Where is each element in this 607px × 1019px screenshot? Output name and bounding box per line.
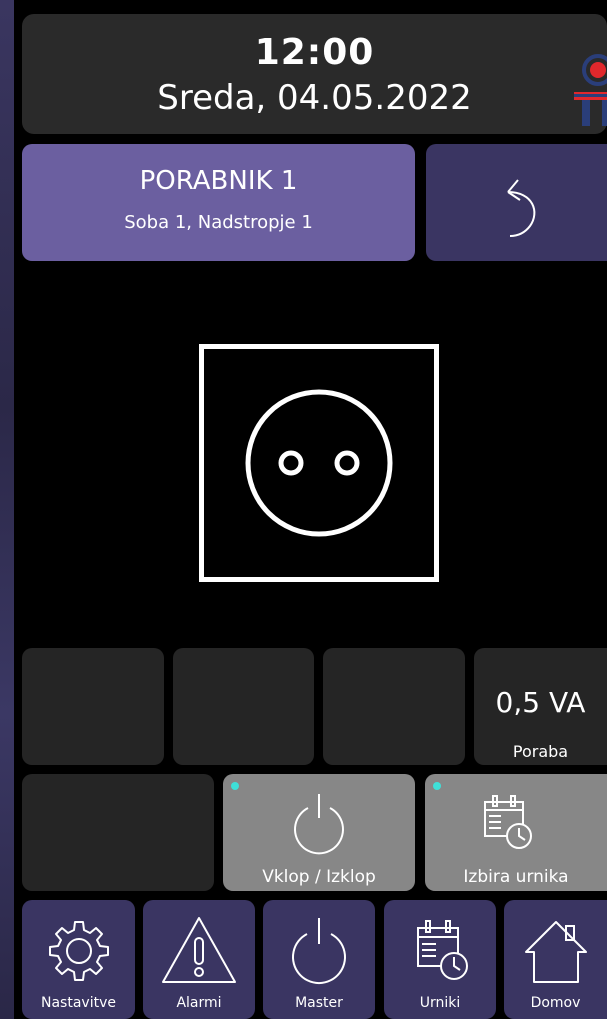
empty-tile-3 — [323, 648, 465, 765]
schedule-select-button[interactable]: Izbira urnika — [425, 774, 607, 891]
back-button[interactable] — [426, 144, 607, 261]
nav-schedules[interactable]: Urniki — [384, 900, 496, 1019]
toggle-button[interactable]: Vklop / Izklop — [223, 774, 415, 891]
header-bar: 12:00 Sreda, 04.05.2022 — [22, 14, 607, 134]
nav-settings-label: Nastavitve — [41, 995, 116, 1011]
device-location: Soba 1, Nadstropje 1 — [124, 212, 313, 233]
consumption-label: Poraba — [512, 742, 569, 761]
schedule-select-label: Izbira urnika — [463, 867, 569, 887]
nav-master[interactable]: Master — [263, 900, 375, 1019]
background-edge — [0, 0, 14, 1019]
empty-tile-1 — [22, 648, 164, 765]
power-socket-icon — [199, 344, 439, 582]
device-info-card: PORABNIK 1 Soba 1, Nadstropje 1 — [22, 144, 415, 261]
home-icon — [524, 921, 587, 983]
nav-master-label: Master — [295, 995, 343, 1011]
toggle-label: Vklop / Izklop — [262, 867, 376, 887]
calendar-clock-icon — [417, 920, 468, 980]
clock-date: Sreda, 04.05.2022 — [157, 78, 472, 118]
nav-alarms[interactable]: Alarmi — [143, 900, 255, 1019]
empty-tile-2 — [173, 648, 314, 765]
calendar-clock-icon — [484, 795, 532, 849]
consumption-tile: 0,5 VA Poraba — [474, 648, 607, 765]
gear-icon — [48, 921, 109, 981]
back-arrow-icon — [507, 179, 536, 237]
consumption-value: 0,5 VA — [495, 686, 586, 719]
nav-home[interactable]: Domov — [504, 900, 607, 1019]
warning-icon — [162, 917, 236, 983]
nav-home-label: Domov — [530, 995, 581, 1011]
clock-time: 12:00 — [254, 32, 375, 73]
empty-tile-4 — [22, 774, 214, 891]
nav-settings[interactable]: Nastavitve — [22, 900, 135, 1019]
nav-alarms-label: Alarmi — [176, 995, 222, 1011]
nav-schedules-label: Urniki — [419, 995, 461, 1011]
company-logo — [574, 54, 607, 126]
device-title: PORABNIK 1 — [139, 166, 298, 196]
power-icon — [294, 794, 344, 855]
power-icon — [292, 918, 346, 984]
